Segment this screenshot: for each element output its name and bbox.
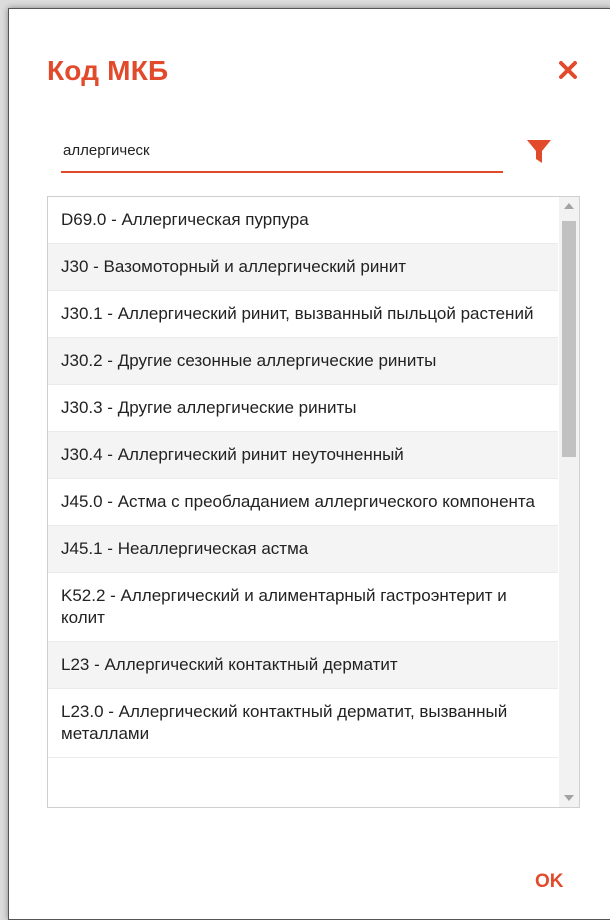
dialog-title: Код МКБ [47, 55, 169, 86]
list-item[interactable]: K52.2 - Аллергический и алиментарный гас… [48, 573, 558, 642]
scrollbar[interactable] [559, 197, 579, 807]
list-item[interactable]: J30.2 - Другие сезонные аллергические ри… [48, 338, 558, 385]
scroll-up-arrow-icon[interactable] [559, 197, 579, 215]
icd-code-dialog: Код МКБ D69.0 - Аллергическая пурпура J3… [8, 8, 610, 920]
list-item[interactable]: J45.0 - Астма с преобладанием аллергичес… [48, 479, 558, 526]
search-input[interactable] [61, 137, 505, 163]
list-item[interactable]: J30.1 - Аллергический ринит, вызванный п… [48, 291, 558, 338]
scroll-down-arrow-icon[interactable] [559, 789, 579, 807]
list-item[interactable]: D69.0 - Аллергическая пурпура [48, 197, 558, 244]
filter-icon [525, 140, 553, 169]
close-icon [558, 60, 578, 85]
list-item[interactable]: L23.0 - Аллергический контактный дермати… [48, 689, 558, 758]
list-item[interactable]: L23 - Аллергический контактный дерматит [48, 642, 558, 689]
search-field [61, 131, 505, 173]
list-item[interactable]: J30.3 - Другие аллергические риниты [48, 385, 558, 432]
scrollbar-thumb[interactable] [562, 221, 576, 457]
ok-button[interactable]: OK [535, 871, 564, 893]
list-item[interactable]: J30.4 - Аллергический ринит неуточненный [48, 432, 558, 479]
list-item[interactable]: J45.1 - Неаллергическая астма [48, 526, 558, 573]
filter-button[interactable] [525, 137, 553, 165]
close-button[interactable] [555, 59, 581, 85]
results-list: D69.0 - Аллергическая пурпура J30 - Вазо… [47, 196, 580, 808]
list-item[interactable]: J30 - Вазомоторный и аллергический ринит [48, 244, 558, 291]
